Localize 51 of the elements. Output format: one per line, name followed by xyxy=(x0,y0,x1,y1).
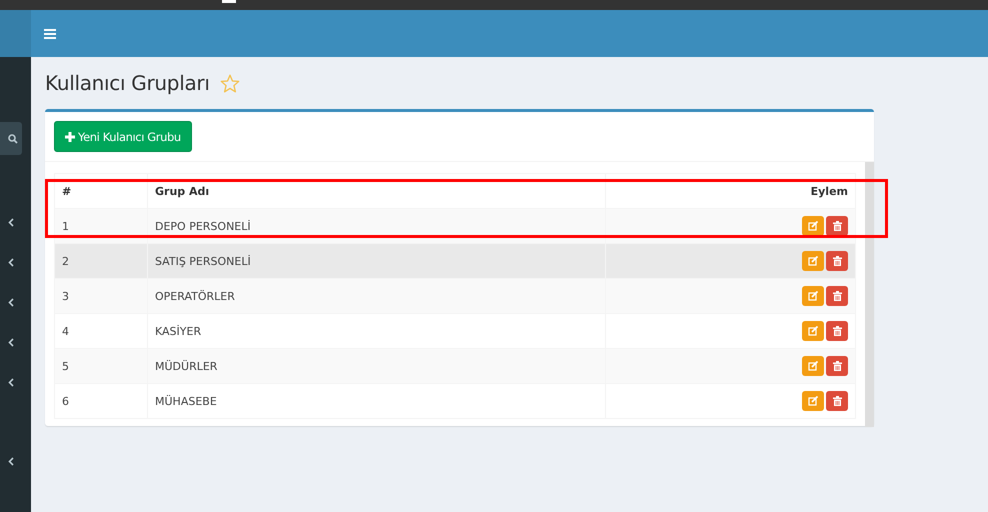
chevron-left-icon[interactable] xyxy=(8,298,14,307)
column-header: # xyxy=(54,174,148,208)
delete-button[interactable] xyxy=(826,321,848,341)
table-row[interactable]: 6 MÜHASEBE xyxy=(54,384,856,418)
table-cell: MÜDÜRLER xyxy=(148,348,606,384)
logo-area xyxy=(0,10,31,57)
delete-button[interactable] xyxy=(826,356,848,376)
scrollbar[interactable] xyxy=(865,162,874,427)
table-cell: MÜHASEBE xyxy=(148,384,606,418)
delete-button[interactable] xyxy=(826,216,848,236)
table-cell: 6 xyxy=(54,384,148,418)
edit-button[interactable] xyxy=(802,216,824,236)
edit-button[interactable] xyxy=(802,321,824,341)
trash-icon xyxy=(832,256,842,266)
edit-icon xyxy=(808,361,818,371)
table-row[interactable]: 5 MÜDÜRLER xyxy=(54,348,856,384)
edit-icon xyxy=(808,396,818,406)
chevron-left-icon[interactable] xyxy=(8,457,14,466)
table-cell: 5 xyxy=(54,348,148,384)
star-icon[interactable] xyxy=(220,74,240,92)
chevron-left-icon[interactable] xyxy=(8,218,14,227)
delete-button[interactable] xyxy=(826,286,848,306)
delete-button[interactable] xyxy=(826,391,848,411)
trash-icon xyxy=(832,326,842,336)
chevron-left-icon[interactable] xyxy=(8,258,14,267)
page-title: Kullanıcı Grupları xyxy=(45,71,210,95)
edit-button[interactable] xyxy=(802,391,824,411)
edit-button[interactable] xyxy=(802,356,824,376)
chevron-left-icon[interactable] xyxy=(8,338,14,347)
chevron-left-icon[interactable] xyxy=(8,378,14,387)
menu-icon[interactable] xyxy=(44,28,56,38)
edit-button[interactable] xyxy=(802,251,824,271)
edit-icon xyxy=(808,221,818,231)
table-row[interactable]: 2 SATIŞ PERSONELİ xyxy=(54,244,856,278)
column-header: Eylem xyxy=(606,174,856,208)
search-icon xyxy=(8,134,18,144)
trash-icon xyxy=(832,396,842,406)
column-header: Grup Adı xyxy=(148,174,606,208)
plus-icon xyxy=(65,132,75,142)
edit-button[interactable] xyxy=(802,286,824,306)
table-row[interactable]: 3 OPERATÖRLER xyxy=(54,278,856,314)
edit-icon xyxy=(808,256,818,266)
table-cell: OPERATÖRLER xyxy=(148,278,606,314)
search-button[interactable] xyxy=(0,122,22,155)
trash-icon xyxy=(832,291,842,301)
edit-icon xyxy=(808,291,818,301)
edit-icon xyxy=(808,326,818,336)
delete-button[interactable] xyxy=(826,251,848,271)
trash-icon xyxy=(832,221,842,231)
trash-icon xyxy=(832,361,842,371)
table-cell: 3 xyxy=(54,278,148,314)
